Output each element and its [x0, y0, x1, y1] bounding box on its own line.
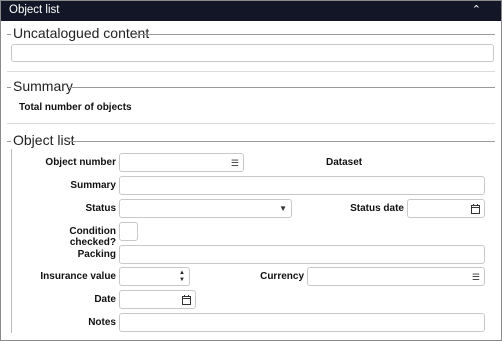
- chevron-up-icon[interactable]: ⌃: [472, 3, 481, 16]
- panel-title: Object list: [9, 4, 60, 16]
- notes-label: Notes: [88, 317, 116, 328]
- fieldset-border: [7, 87, 11, 88]
- object-list-legend: Object list: [13, 132, 75, 148]
- date-label: Date: [94, 294, 116, 305]
- notes-input[interactable]: [119, 313, 485, 332]
- section-divider: [7, 71, 495, 72]
- total-objects-label: Total number of objects: [19, 102, 132, 113]
- status-date-label: Status date: [350, 203, 404, 214]
- condition-checked-label: Condition checked?: [69, 226, 116, 248]
- dataset-label: Dataset: [326, 157, 363, 168]
- object-number-label: Object number: [45, 157, 116, 168]
- packing-input[interactable]: [119, 245, 485, 264]
- packing-label: Packing: [77, 249, 116, 260]
- panel-header[interactable]: Object list ⌃: [1, 1, 501, 21]
- list-icon[interactable]: ☰: [472, 272, 480, 282]
- calendar-icon[interactable]: [471, 204, 480, 214]
- fieldset-border: [134, 34, 495, 35]
- condition-checked-checkbox[interactable]: [119, 222, 138, 241]
- insurance-value-label: Insurance value: [40, 271, 116, 282]
- status-date-input[interactable]: [407, 199, 485, 218]
- caret-down-icon[interactable]: ▼: [279, 204, 287, 214]
- insurance-value-input[interactable]: ▲ ▼: [119, 267, 190, 286]
- summary-label: Summary: [70, 180, 116, 191]
- object-list-panel: Object list ⌃ Uncatalogued content Summa…: [0, 0, 502, 341]
- date-input[interactable]: [119, 290, 196, 309]
- currency-input[interactable]: ☰: [307, 267, 485, 286]
- summary-input[interactable]: [119, 176, 485, 195]
- calendar-icon[interactable]: [182, 295, 191, 305]
- section-divider: [7, 123, 495, 124]
- uncatalogued-legend: Uncatalogued content: [13, 25, 150, 41]
- uncatalogued-content-input[interactable]: [11, 44, 494, 62]
- status-select[interactable]: ▼: [119, 199, 292, 218]
- fieldset-border: [7, 34, 11, 35]
- fieldset-border: [68, 141, 495, 142]
- status-label: Status: [85, 203, 116, 214]
- fieldset-left-border: [11, 149, 12, 333]
- summary-legend: Summary: [13, 78, 73, 94]
- fieldset-border: [67, 87, 495, 88]
- spinner-arrows-icon[interactable]: ▲ ▼: [179, 270, 185, 284]
- fieldset-border: [7, 141, 11, 142]
- currency-label: Currency: [260, 271, 304, 282]
- list-icon[interactable]: ☰: [231, 158, 239, 168]
- object-number-input[interactable]: ☰: [119, 153, 244, 172]
